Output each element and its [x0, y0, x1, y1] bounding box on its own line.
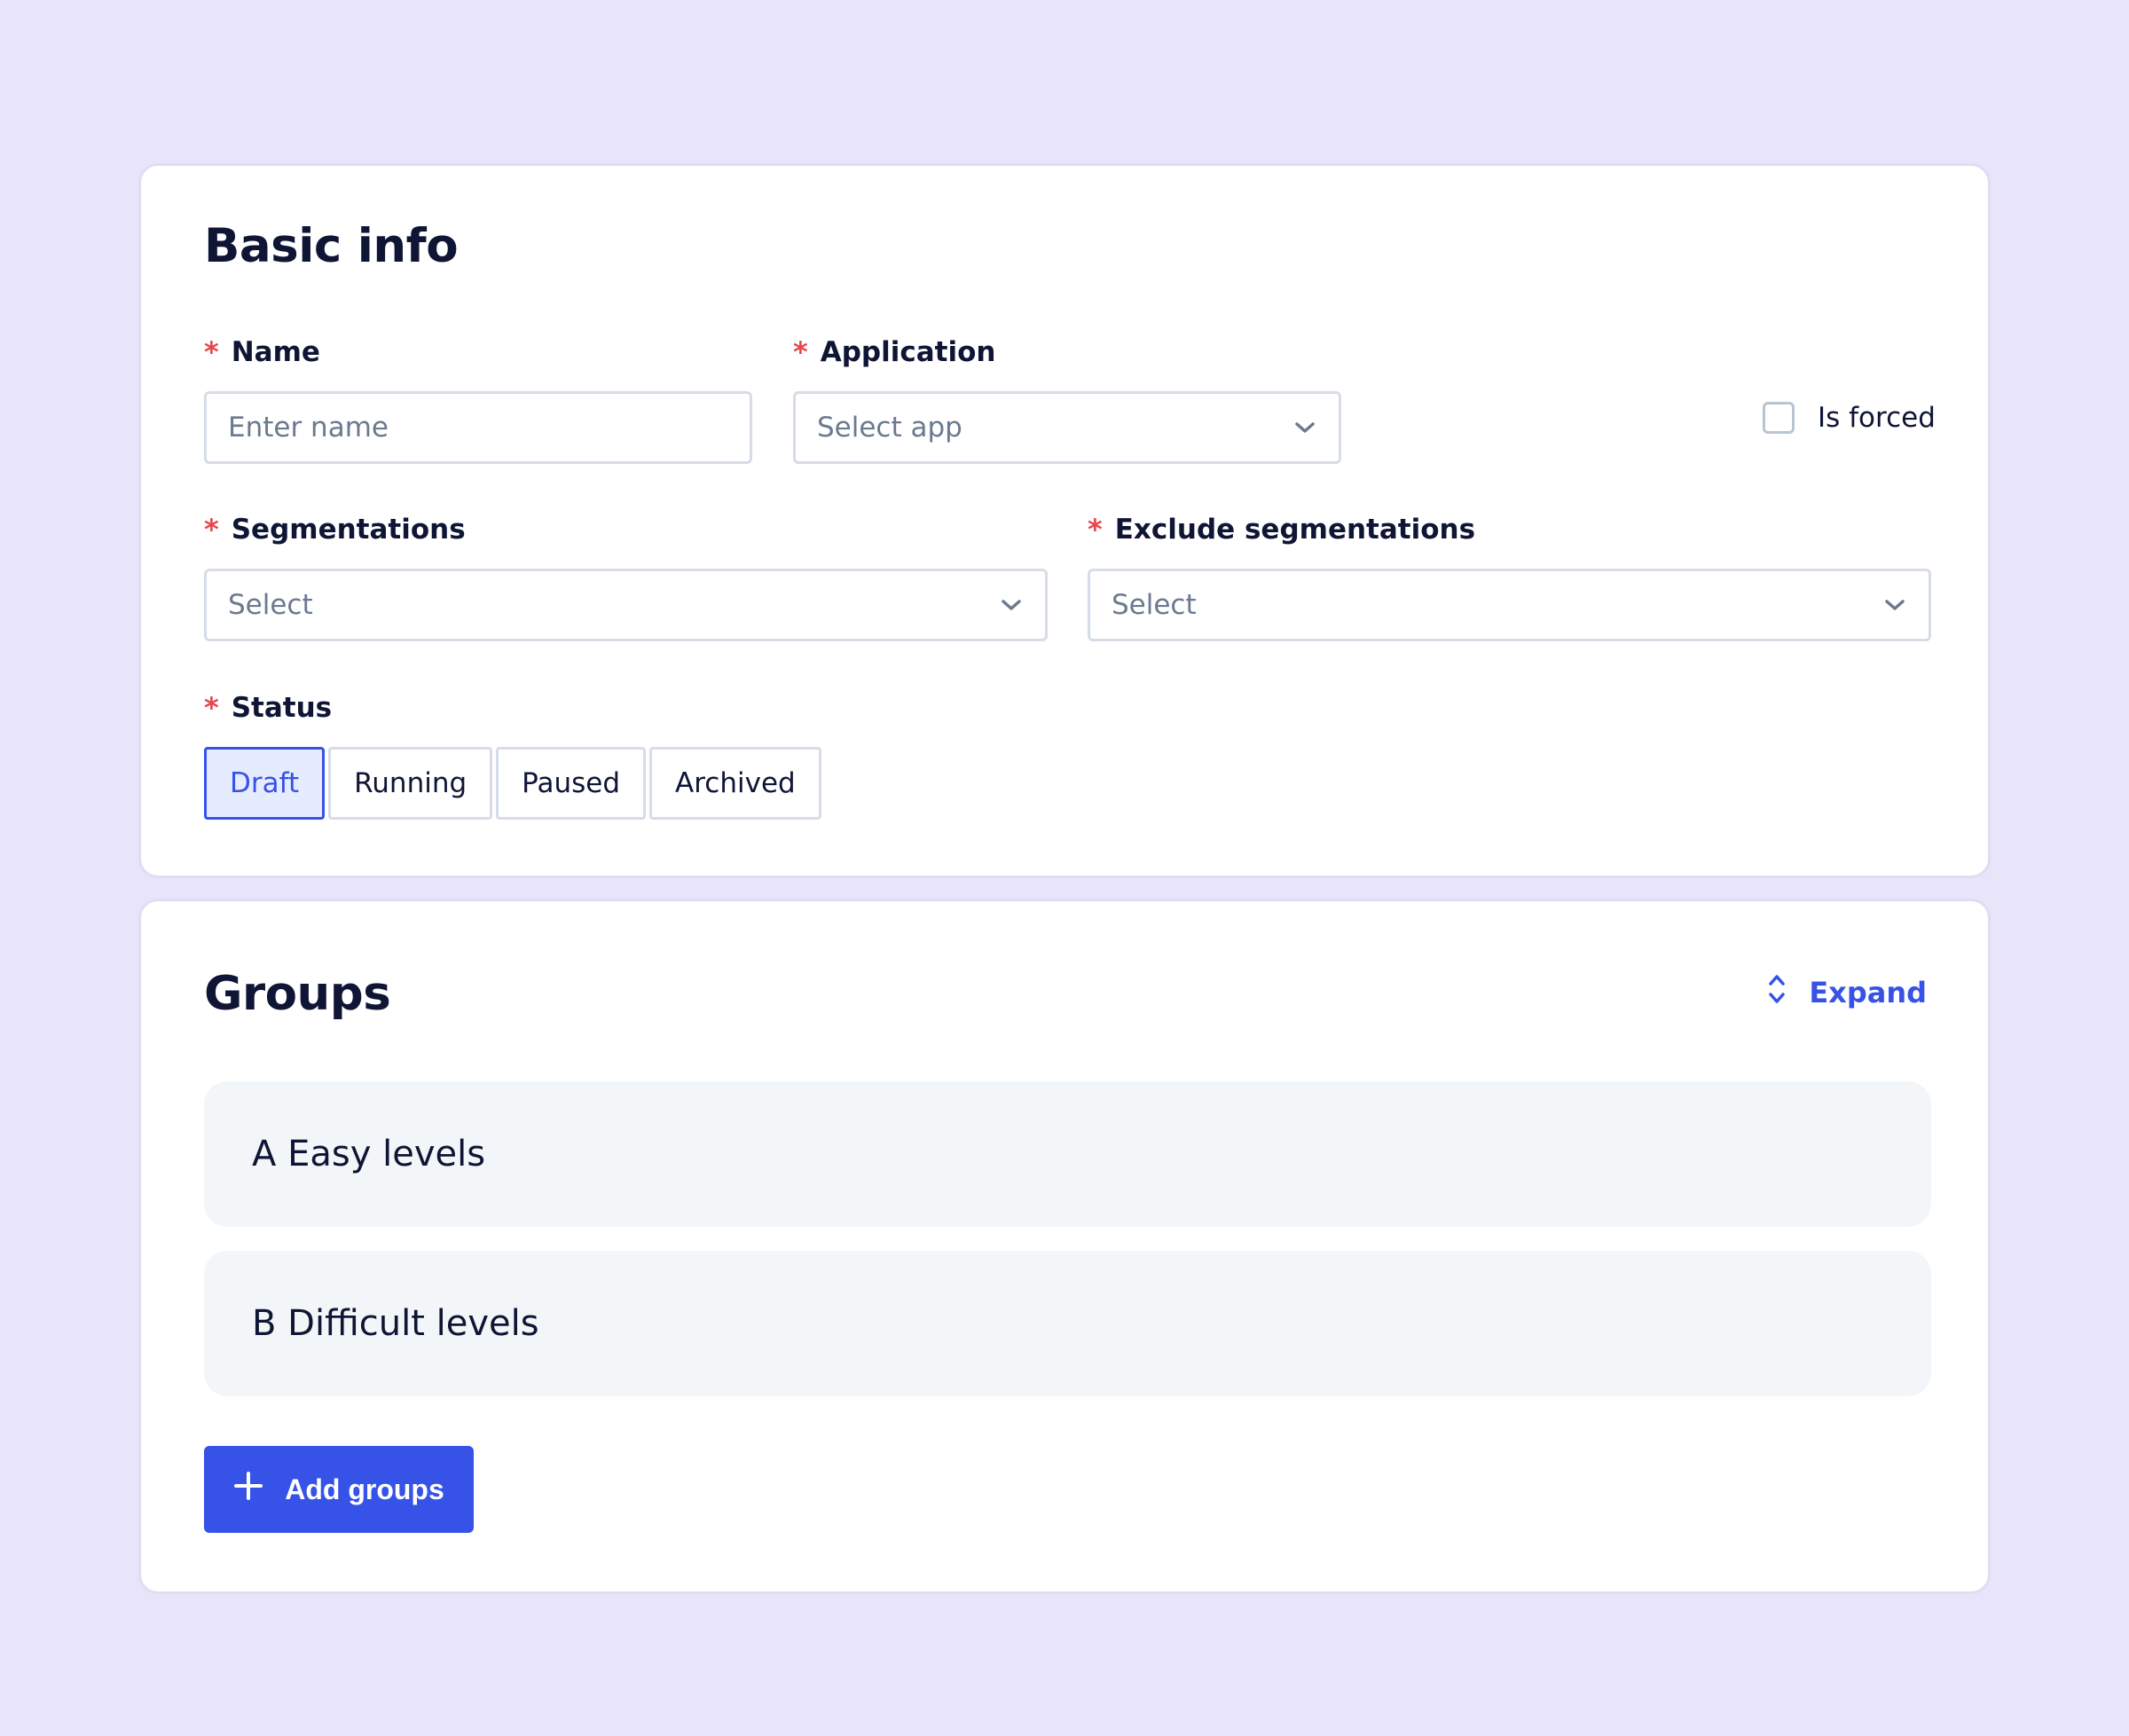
add-groups-button[interactable]: Add groups [204, 1446, 474, 1533]
segmentations-select-placeholder: Select [228, 589, 313, 621]
is-forced-label: Is forced [1818, 402, 1936, 434]
group-item-label: B Difficult levels [252, 1303, 539, 1344]
required-marker: * [793, 335, 808, 369]
exclude-segmentations-field: * Exclude segmentations Select [1088, 512, 1931, 641]
name-field: * Name [204, 334, 752, 464]
segmentations-label-text: Segmentations [231, 514, 466, 546]
name-label-text: Name [231, 336, 320, 368]
is-forced-checkbox-row[interactable]: Is forced [1763, 402, 1936, 434]
required-marker: * [204, 335, 219, 369]
status-option-running[interactable]: Running [328, 747, 493, 820]
segmentations-field: * Segmentations Select [204, 512, 1048, 641]
expand-button[interactable]: Expand [1766, 972, 1927, 1013]
name-input-box [204, 391, 752, 464]
is-forced-checkbox[interactable] [1763, 402, 1795, 434]
expand-label: Expand [1809, 976, 1927, 1009]
status-option-draft[interactable]: Draft [204, 747, 326, 820]
segmentations-select[interactable]: Select [204, 569, 1048, 641]
segmentations-label: * Segmentations [204, 512, 466, 547]
status-field: * Status Draft Running Paused Archived [204, 690, 821, 820]
application-label-text: Application [820, 336, 996, 368]
exclude-segmentations-label: * Exclude segmentations [1088, 512, 1475, 547]
application-label: * Application [793, 334, 995, 370]
required-marker: * [204, 513, 219, 546]
expand-collapse-icon [1766, 972, 1787, 1013]
chevron-down-icon [1882, 593, 1907, 617]
add-groups-label: Add groups [285, 1473, 444, 1505]
chevron-down-icon [999, 593, 1024, 617]
application-select[interactable]: Select app [793, 391, 1341, 464]
exclude-segmentations-select[interactable]: Select [1088, 569, 1931, 641]
group-item[interactable]: B Difficult levels [204, 1251, 1931, 1396]
group-item-label: A Easy levels [252, 1134, 486, 1174]
basic-info-title: Basic info [204, 219, 459, 273]
exclude-segmentations-label-text: Exclude segmentations [1114, 514, 1476, 546]
application-select-placeholder: Select app [817, 412, 962, 444]
basic-info-card: Basic info * Name * Application Select a… [138, 163, 1991, 878]
groups-card: Groups Expand A Easy levels B Difficult … [138, 899, 1991, 1594]
status-label-text: Status [231, 692, 333, 724]
group-item[interactable]: A Easy levels [204, 1081, 1931, 1227]
status-option-archived[interactable]: Archived [649, 747, 821, 820]
name-input[interactable] [228, 412, 728, 444]
status-segmented-control: Draft Running Paused Archived [204, 747, 821, 820]
plus-icon [233, 1471, 263, 1508]
required-marker: * [204, 691, 219, 725]
chevron-down-icon [1292, 415, 1317, 440]
status-label: * Status [204, 690, 332, 726]
application-field: * Application Select app [793, 334, 1341, 464]
exclude-segmentations-select-placeholder: Select [1112, 589, 1197, 621]
name-label: * Name [204, 334, 320, 370]
required-marker: * [1088, 513, 1103, 546]
status-option-paused[interactable]: Paused [496, 747, 647, 820]
groups-title: Groups [204, 967, 391, 1021]
